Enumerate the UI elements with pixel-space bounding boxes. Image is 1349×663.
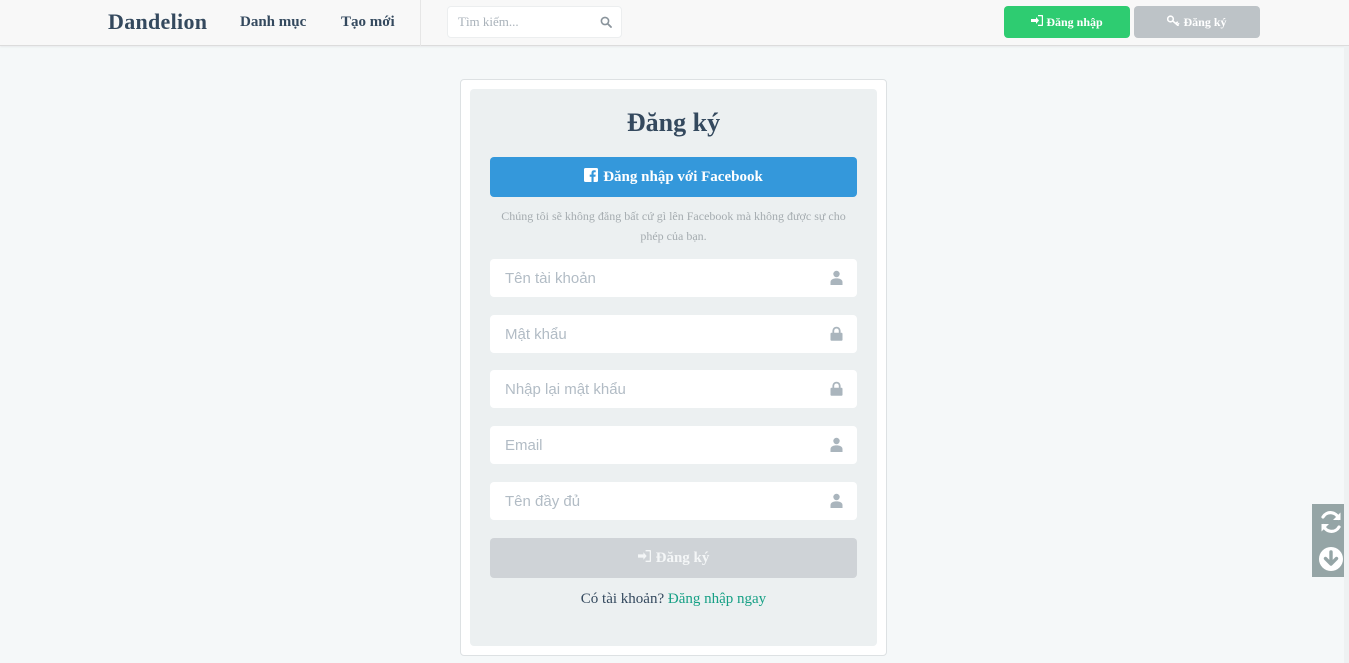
top-navbar: Dandelion Danh mục Tạo mới Đăng nhập Đăn…	[0, 0, 1349, 46]
register-button[interactable]: Đăng ký	[1134, 6, 1260, 38]
brand-logo[interactable]: Dandelion	[108, 9, 207, 35]
username-input[interactable]	[505, 259, 815, 297]
register-submit-label: Đăng ký	[655, 549, 710, 566]
have-account-prompt: Có tài khoản? Đăng nhập ngay	[470, 591, 877, 608]
lock-icon	[830, 326, 843, 346]
facebook-login-button[interactable]: Đăng nhập với Facebook	[490, 157, 857, 197]
email-input[interactable]	[505, 426, 815, 464]
register-form: Đăng ký Đăng nhập với Facebook Chúng tôi…	[470, 89, 877, 646]
search-input[interactable]	[458, 7, 598, 37]
scrollbar[interactable]	[1344, 46, 1349, 663]
register-button-label: Đăng ký	[1183, 14, 1227, 29]
lock-icon	[830, 381, 843, 401]
register-submit-button[interactable]: Đăng ký	[490, 538, 857, 578]
password-input[interactable]	[505, 315, 815, 353]
facebook-icon	[584, 167, 599, 187]
confirm-password-input[interactable]	[505, 370, 815, 408]
password-field	[490, 315, 857, 353]
sign-in-icon	[637, 549, 651, 567]
username-field	[490, 259, 857, 297]
nav-link-categories[interactable]: Danh mục	[240, 14, 306, 31]
have-account-text: Có tài khoản?	[580, 591, 665, 607]
page-title: Đăng ký	[626, 108, 721, 137]
sign-in-icon	[1031, 14, 1044, 30]
login-button-label: Đăng nhập	[1046, 14, 1103, 29]
user-icon	[830, 437, 843, 457]
email-field	[490, 426, 857, 464]
key-icon	[1167, 14, 1180, 30]
login-button[interactable]: Đăng nhập	[1004, 6, 1130, 38]
fullname-field	[490, 482, 857, 520]
nav-link-create-new[interactable]: Tạo mới	[341, 14, 395, 31]
nav-divider	[420, 0, 421, 46]
facebook-privacy-note: Chúng tôi sẽ không đăng bất cứ gì lên Fa…	[501, 209, 846, 243]
login-now-link[interactable]: Đăng nhập ngay	[668, 591, 766, 607]
search-icon[interactable]	[600, 15, 612, 33]
confirm-password-field	[490, 370, 857, 408]
user-icon	[830, 270, 843, 290]
facebook-button-label: Đăng nhập với Facebook	[603, 168, 763, 185]
search-box	[447, 6, 622, 38]
fullname-input[interactable]	[505, 482, 815, 520]
user-icon	[830, 493, 843, 513]
